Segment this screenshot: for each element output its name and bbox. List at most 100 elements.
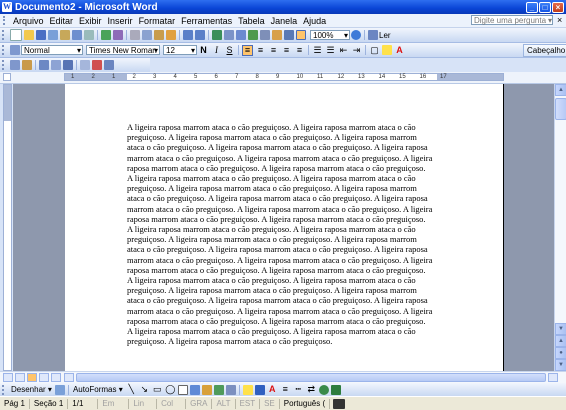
help-icon[interactable] (351, 30, 361, 40)
diagram-icon[interactable] (201, 384, 212, 395)
redo-icon[interactable] (195, 30, 205, 40)
underline-button[interactable]: S (224, 45, 235, 56)
menu-editar[interactable]: Editar (47, 16, 77, 26)
vertical-ruler[interactable] (3, 84, 12, 371)
autosum-icon[interactable] (104, 60, 114, 70)
new-document-icon[interactable] (10, 29, 22, 41)
show-hide-icon[interactable] (296, 30, 306, 40)
select-browse-object-button[interactable]: ● (555, 347, 566, 359)
zoom-select[interactable]: 100% (310, 30, 350, 40)
justify-icon[interactable]: ≡ (281, 45, 292, 56)
web-layout-view-button[interactable] (15, 373, 25, 382)
paste-icon[interactable] (154, 30, 164, 40)
wordart-icon[interactable] (189, 384, 200, 395)
dash-style-icon[interactable]: ┅ (293, 384, 304, 395)
eraser-icon[interactable] (22, 60, 32, 70)
numbering-icon[interactable]: ☰ (312, 45, 323, 56)
menu-arquivo[interactable]: Arquivo (10, 16, 47, 26)
fill-color-icon[interactable] (242, 384, 253, 395)
menu-ferramentas[interactable]: Ferramentas (178, 16, 235, 26)
status-overtype[interactable]: SE (260, 398, 280, 409)
scroll-up-button[interactable]: ▲ (555, 84, 566, 96)
oval-icon[interactable]: ◯ (165, 384, 176, 395)
document-body[interactable]: A ligeira raposa marrom ataca o cão preg… (127, 122, 435, 346)
menu-tabela[interactable]: Tabela (235, 16, 268, 26)
scroll-down-button[interactable]: ▼ (555, 323, 566, 335)
bold-button[interactable]: N (198, 45, 209, 56)
picture-icon[interactable] (225, 384, 236, 395)
spelling-icon[interactable] (101, 30, 111, 40)
menu-janela[interactable]: Janela (268, 16, 301, 26)
menu-ajuda[interactable]: Ajuda (300, 16, 329, 26)
paragraph-1[interactable]: A ligeira raposa marrom ataca o cão preg… (127, 122, 435, 173)
line-weight-icon[interactable] (51, 60, 61, 70)
cut-icon[interactable] (130, 30, 140, 40)
tables-borders-icon[interactable] (224, 30, 234, 40)
close-document-button[interactable]: × (557, 15, 562, 25)
header-footer-button[interactable]: Cabeçalho (523, 44, 566, 57)
maximize-button[interactable]: □ (539, 1, 551, 13)
menu-inserir[interactable]: Inserir (105, 16, 136, 26)
draw-menu-button[interactable]: Desenhar ▾ (9, 385, 54, 394)
select-objects-icon[interactable] (54, 384, 65, 395)
document-map-icon[interactable] (284, 30, 294, 40)
hyperlink-icon[interactable] (212, 30, 222, 40)
columns-icon[interactable] (260, 30, 270, 40)
font-color-draw-icon[interactable]: A (267, 384, 278, 395)
insert-excel-icon[interactable] (248, 30, 258, 40)
shadow-style-icon[interactable] (318, 384, 329, 395)
previous-page-button[interactable]: ▲ (555, 335, 566, 347)
italic-button[interactable]: I (211, 45, 222, 56)
status-track-changes[interactable]: ALT (212, 398, 236, 409)
line-color-icon[interactable] (254, 384, 265, 395)
tab-selector[interactable] (3, 73, 11, 81)
scroll-right-button[interactable] (548, 373, 558, 382)
close-button[interactable]: × (552, 1, 564, 13)
horizontal-scroll-thumb[interactable] (76, 373, 546, 382)
menu-grip[interactable] (3, 16, 8, 25)
reading-layout-view-button[interactable] (51, 373, 61, 382)
outline-view-button[interactable] (39, 373, 49, 382)
scroll-thumb[interactable] (555, 98, 566, 120)
format-painter-icon[interactable] (166, 30, 176, 40)
toolbar-grip[interactable] (2, 60, 6, 70)
permission-icon[interactable] (48, 30, 58, 40)
align-left-icon[interactable]: ≡ (242, 44, 253, 56)
align-right-icon[interactable]: ≡ (268, 45, 279, 56)
print-preview-icon[interactable] (84, 30, 94, 40)
paragraph-5[interactable]: A ligeira raposa marrom ataca o cão preg… (127, 326, 435, 346)
spelling-status-icon[interactable] (333, 398, 346, 409)
normal-view-button[interactable] (3, 373, 13, 382)
status-language[interactable]: Português ( (280, 398, 331, 409)
arrow-icon[interactable]: ↘ (139, 384, 150, 395)
clip-art-icon[interactable] (213, 384, 224, 395)
email-icon[interactable] (60, 30, 70, 40)
font-color-icon[interactable]: A (394, 45, 405, 56)
print-icon[interactable] (72, 30, 82, 40)
draw-table-icon[interactable] (10, 60, 20, 70)
read-button[interactable]: Ler (379, 31, 391, 40)
document-page[interactable]: A ligeira raposa marrom ataca o cão preg… (65, 84, 504, 371)
print-layout-view-button[interactable] (27, 373, 37, 382)
font-size-select[interactable]: 12 (163, 45, 197, 55)
borders-icon[interactable]: ▢ (369, 45, 380, 56)
rectangle-icon[interactable]: ▭ (152, 384, 163, 395)
style-select[interactable]: Normal (21, 45, 83, 55)
font-select[interactable]: Times New Roman (86, 45, 160, 55)
undo-icon[interactable] (183, 30, 193, 40)
word-app-icon[interactable]: W (2, 2, 12, 12)
research-icon[interactable] (113, 30, 123, 40)
toolbar-grip[interactable] (2, 45, 6, 55)
minimize-button[interactable]: _ (526, 1, 538, 13)
line-icon[interactable]: ╲ (126, 384, 137, 395)
toolbar-grip[interactable] (2, 30, 6, 40)
drawing-icon[interactable] (272, 30, 282, 40)
paragraph-4[interactable]: A ligeira raposa marrom ataca o cão preg… (127, 275, 435, 326)
styles-formatting-icon[interactable] (10, 45, 20, 55)
increase-indent-icon[interactable]: ⇥ (351, 45, 362, 56)
scroll-left-button[interactable] (64, 373, 74, 382)
open-folder-icon[interactable] (24, 30, 34, 40)
next-page-button[interactable]: ▼ (555, 359, 566, 371)
copy-icon[interactable] (142, 30, 152, 40)
status-record[interactable]: GRA (186, 398, 213, 409)
